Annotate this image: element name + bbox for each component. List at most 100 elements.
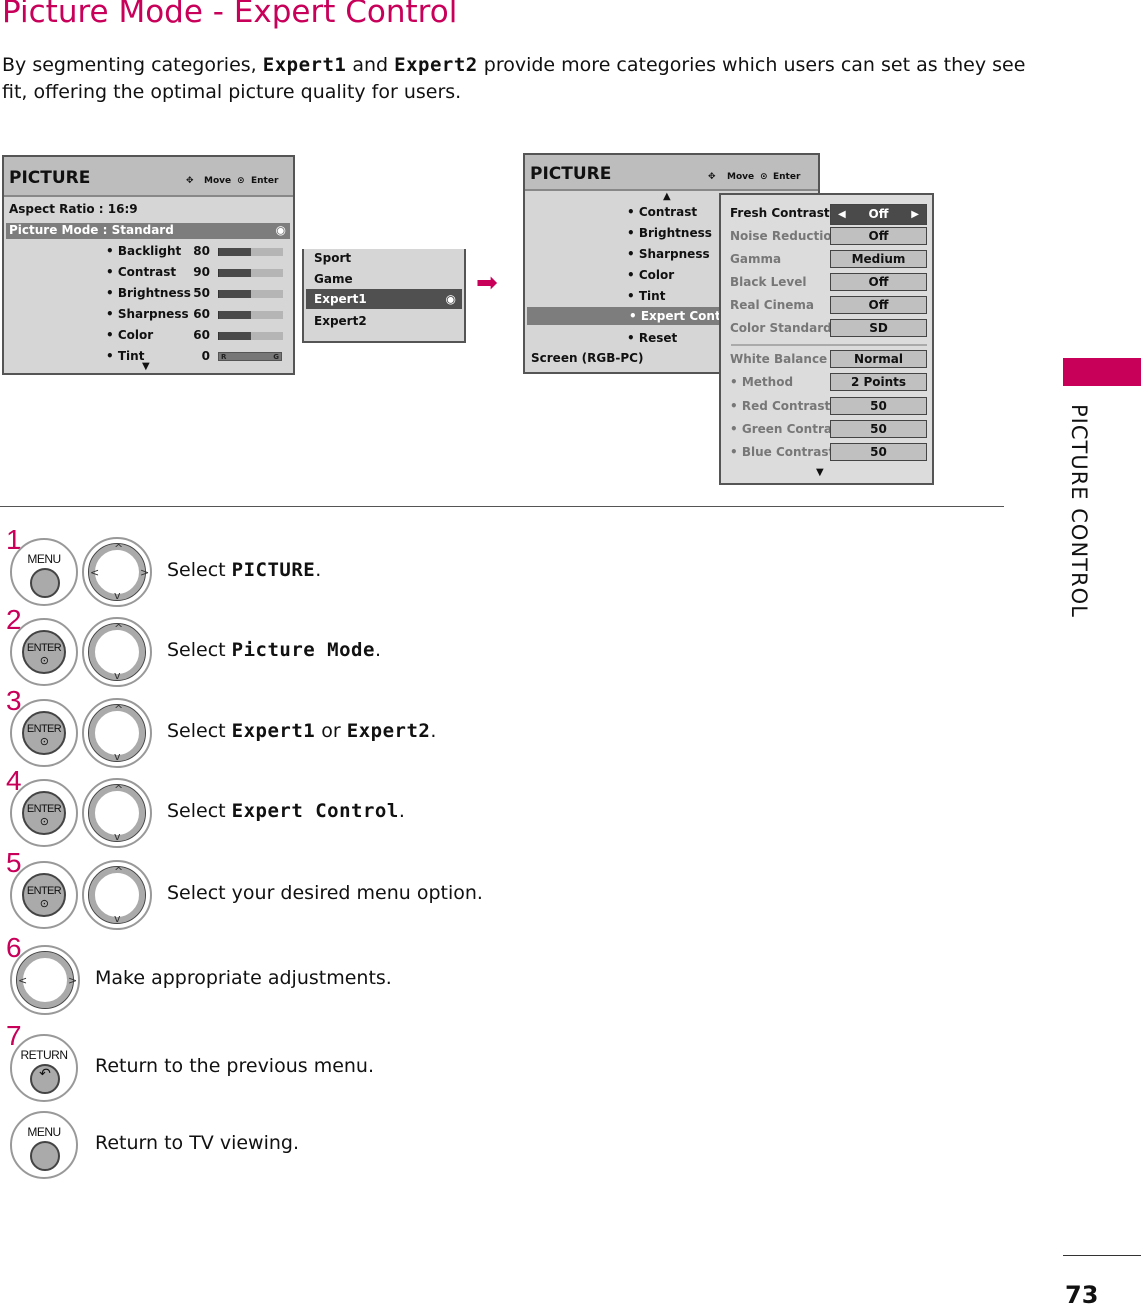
menu-header: PICTURE ✥ Move ⊙ Enter bbox=[525, 155, 818, 191]
setting-value-box[interactable]: 50 bbox=[830, 443, 927, 462]
step-instruction: Make appropriate adjustments. bbox=[95, 967, 392, 989]
value-bar[interactable] bbox=[218, 332, 283, 340]
setting-value-box[interactable]: ◀ ▶ Off bbox=[830, 204, 927, 225]
menu-item[interactable]: • Tint bbox=[627, 289, 665, 303]
setting-label: • Blue Contrast bbox=[730, 445, 835, 460]
chevron-left-icon[interactable]: < bbox=[90, 566, 99, 579]
submenu-item-label: Sport bbox=[314, 251, 352, 265]
button-label: RETURN bbox=[20, 1048, 69, 1062]
chevron-left-icon[interactable]: < bbox=[18, 974, 27, 987]
chevron-up-icon[interactable]: ^ bbox=[114, 703, 123, 716]
menu-item[interactable]: • Color bbox=[627, 268, 674, 282]
chevron-up-icon[interactable]: ^ bbox=[114, 865, 123, 878]
chevron-down-icon[interactable]: v bbox=[114, 830, 121, 843]
enter-button[interactable]: ENTER ⊙ bbox=[10, 699, 78, 767]
text-segment: or bbox=[315, 720, 347, 742]
enter-icon: ⊙ bbox=[39, 898, 49, 910]
enter-label: ENTER bbox=[26, 803, 62, 815]
menu-item-label[interactable]: • Contrast bbox=[106, 265, 176, 279]
setting-value: Off bbox=[868, 275, 889, 289]
enter-icon: ⊙ bbox=[39, 736, 49, 748]
tint-slider[interactable]: RG bbox=[218, 352, 282, 361]
menu-button[interactable]: MENU bbox=[10, 538, 78, 606]
up-down-nav-pad[interactable]: ^ v bbox=[82, 778, 152, 848]
setting-value: Off bbox=[868, 207, 889, 221]
chevron-up-icon[interactable]: ^ bbox=[114, 542, 123, 555]
value-bar[interactable] bbox=[218, 248, 283, 256]
submenu-item-expert1[interactable]: Expert1 ◉ bbox=[306, 289, 462, 309]
chevron-down-icon[interactable]: v bbox=[114, 750, 121, 763]
setting-value: Off bbox=[868, 298, 889, 312]
left-right-nav-pad[interactable]: < > bbox=[10, 945, 80, 1015]
setting-value-box[interactable]: SD bbox=[830, 319, 927, 337]
step-instruction: Select Picture Mode. bbox=[167, 639, 381, 661]
arrow-right-icon: ➡ bbox=[476, 268, 498, 298]
setting-value-box[interactable]: Off bbox=[830, 296, 927, 314]
menu-item[interactable]: • Reset bbox=[627, 331, 677, 345]
menu-item[interactable]: • Brightness bbox=[627, 226, 712, 240]
menu-item-label[interactable]: • Color bbox=[106, 328, 153, 342]
value-bar[interactable] bbox=[218, 290, 283, 298]
menu-item-value: 60 bbox=[193, 328, 210, 342]
setting-value: 50 bbox=[870, 421, 887, 436]
chevron-right-icon[interactable]: > bbox=[140, 566, 149, 579]
submenu-item-sport[interactable]: Sport bbox=[314, 251, 351, 265]
enter-hint: Enter bbox=[773, 172, 801, 182]
text-segment: fit, offering the optimal picture qualit… bbox=[2, 81, 462, 103]
chevron-right-icon[interactable]: > bbox=[68, 974, 77, 987]
setting-value-box[interactable]: Off bbox=[830, 273, 927, 291]
setting-value-box[interactable]: Off bbox=[830, 227, 927, 245]
chevron-down-icon[interactable]: v bbox=[114, 669, 121, 682]
chevron-up-icon[interactable]: ^ bbox=[114, 622, 123, 635]
enter-icon: ⊙ bbox=[39, 816, 49, 828]
setting-value-box[interactable]: 50 bbox=[830, 396, 927, 415]
menu-item-label[interactable]: • Sharpness bbox=[106, 307, 189, 321]
enter-button[interactable]: ENTER ⊙ bbox=[10, 861, 78, 929]
picture-mode-item[interactable]: Picture Mode : Standard ◉ bbox=[6, 223, 290, 239]
up-down-nav-pad[interactable]: ^ v bbox=[82, 860, 152, 930]
menu-title: PICTURE bbox=[9, 168, 91, 188]
step-instruction: Return to TV viewing. bbox=[95, 1132, 299, 1154]
setting-value-box[interactable]: 50 bbox=[830, 419, 927, 438]
arrow-right-icon[interactable]: ▶ bbox=[911, 205, 919, 224]
setting-value-box[interactable]: Normal bbox=[830, 350, 927, 368]
scroll-up-icon[interactable]: ▲ bbox=[663, 191, 671, 202]
submenu-item-label: Expert1 bbox=[314, 292, 367, 306]
menu-item[interactable]: • Contrast bbox=[627, 205, 697, 219]
enter-label: ENTER bbox=[26, 642, 62, 654]
up-down-nav-pad[interactable]: ^ v bbox=[82, 698, 152, 768]
emphasized-term: Expert1 bbox=[231, 720, 316, 742]
menu-item-label[interactable]: • Tint bbox=[106, 349, 144, 363]
arrow-left-icon[interactable]: ◀ bbox=[838, 205, 846, 224]
scroll-down-icon[interactable]: ▼ bbox=[142, 361, 150, 372]
button-label: MENU bbox=[27, 1125, 61, 1139]
menu-item-expert-control[interactable]: • Expert Contro bbox=[527, 307, 721, 325]
text-segment: . bbox=[398, 800, 405, 822]
enter-button[interactable]: ENTER ⊙ bbox=[10, 618, 78, 686]
menu-button[interactable]: MENU bbox=[10, 1111, 78, 1179]
four-way-nav-pad[interactable]: ^ v < > bbox=[82, 537, 152, 607]
enter-button[interactable]: ENTER ⊙ bbox=[10, 779, 78, 847]
value-bar-fill bbox=[219, 248, 251, 256]
move-hint: Move bbox=[204, 176, 232, 186]
value-bar[interactable] bbox=[218, 269, 283, 277]
text-segment: By segmenting categories, bbox=[2, 54, 263, 76]
setting-value-box[interactable]: 2 Points bbox=[830, 373, 927, 392]
aspect-ratio-item[interactable]: Aspect Ratio : 16:9 bbox=[9, 202, 138, 216]
screen-rgb-pc-item[interactable]: Screen (RGB-PC) bbox=[531, 351, 643, 365]
chevron-up-icon[interactable]: ^ bbox=[114, 783, 123, 796]
menu-item-label[interactable]: • Brightness bbox=[106, 286, 191, 300]
scroll-down-icon[interactable]: ▼ bbox=[816, 467, 824, 478]
submenu-item-expert2[interactable]: Expert2 bbox=[314, 314, 367, 328]
submenu-item-game[interactable]: Game bbox=[314, 272, 353, 286]
chevron-down-icon[interactable]: v bbox=[114, 912, 121, 925]
menu-item-label[interactable]: • Backlight bbox=[106, 244, 181, 258]
up-down-nav-pad[interactable]: ^ v bbox=[82, 617, 152, 687]
value-bar-fill bbox=[219, 332, 251, 340]
chevron-down-icon[interactable]: v bbox=[114, 589, 121, 602]
value-bar[interactable] bbox=[218, 311, 283, 319]
setting-label: Color Standard bbox=[730, 321, 832, 335]
setting-value-box[interactable]: Medium bbox=[830, 250, 927, 268]
menu-item[interactable]: • Sharpness bbox=[627, 247, 710, 261]
return-button[interactable]: RETURN ↶ bbox=[10, 1034, 78, 1102]
